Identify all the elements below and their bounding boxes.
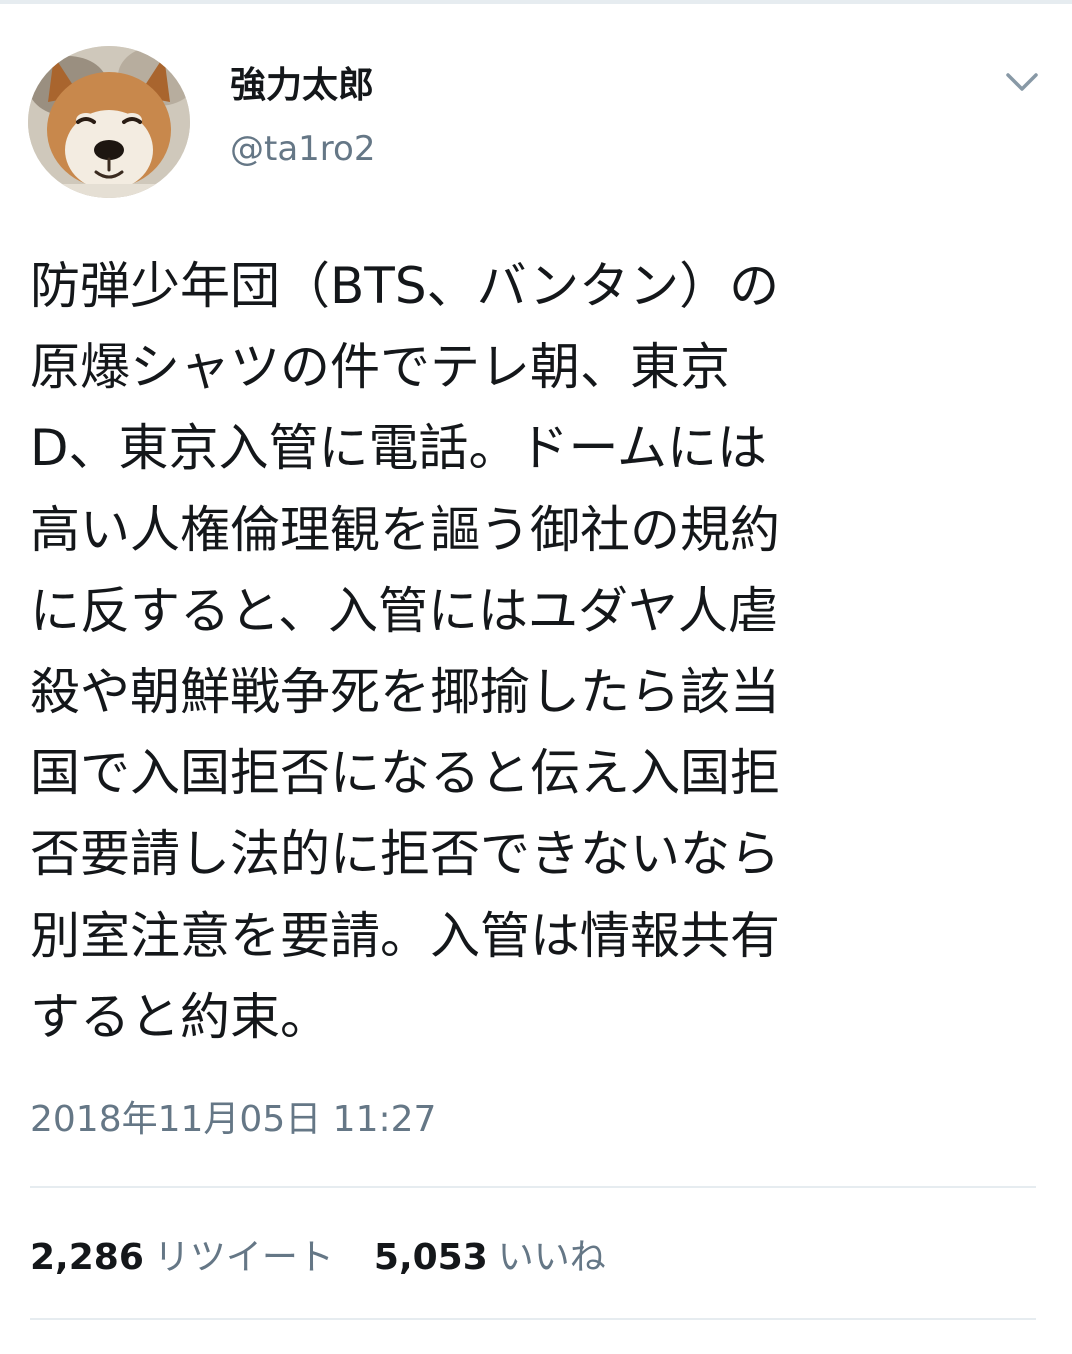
tweet-timestamp[interactable]: 2018年11月05日 11:27 bbox=[30, 1094, 436, 1146]
divider bbox=[30, 1186, 1036, 1188]
likes-stat[interactable]: 5,053 いいね bbox=[374, 1228, 606, 1280]
author-display-name[interactable]: 強力太郎 bbox=[230, 62, 374, 110]
tweet-detail: 強力太郎 @ta1ro2 防弾少年団（BTS、バンタン）の 原爆シャツの件でテレ… bbox=[0, 0, 1072, 1354]
likes-label: いいね bbox=[497, 1237, 606, 1278]
likes-count: 5,053 bbox=[373, 1237, 488, 1278]
retweets-label: リツイート bbox=[153, 1237, 334, 1278]
divider bbox=[30, 1318, 1036, 1320]
tweet-text: 防弾少年団（BTS、バンタン）の 原爆シャツの件でテレ朝、東京 D、東京入管に電… bbox=[30, 257, 780, 1046]
chevron-down-icon bbox=[1006, 73, 1038, 91]
retweets-stat[interactable]: 2,286 リツイート bbox=[30, 1228, 334, 1280]
tweet-menu-button[interactable] bbox=[998, 62, 1046, 102]
shiba-dog-avatar-icon bbox=[28, 46, 190, 198]
tweet-stats: 2,286 リツイート 5,053 いいね bbox=[30, 1224, 646, 1284]
author-avatar[interactable] bbox=[28, 46, 190, 198]
retweets-count: 2,286 bbox=[30, 1237, 144, 1278]
author-handle[interactable]: @ta1ro2 bbox=[230, 126, 375, 172]
